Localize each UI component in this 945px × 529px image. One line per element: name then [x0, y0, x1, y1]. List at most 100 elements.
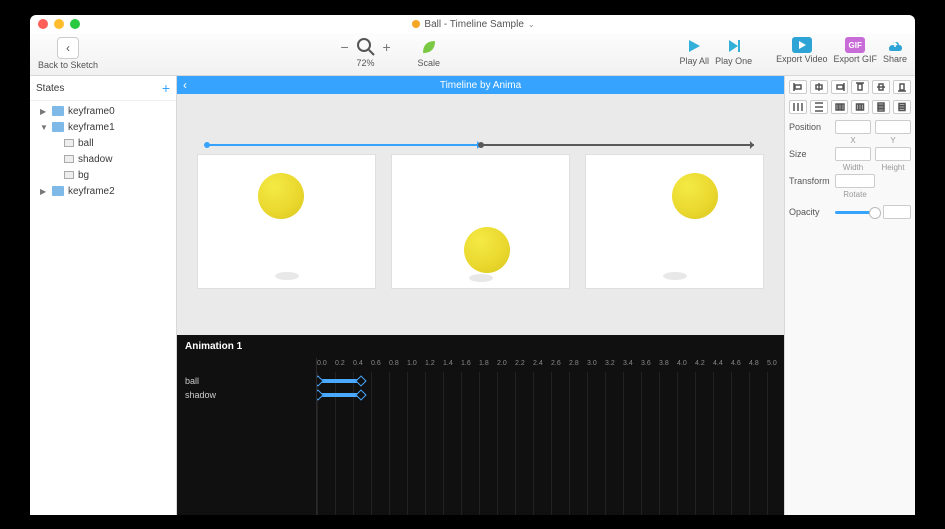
dist-center-button[interactable] [851, 100, 869, 114]
tick-1.2: 1.2 [425, 360, 443, 374]
rotate-field[interactable] [835, 174, 875, 188]
export-gif-label: Export GIF [833, 54, 877, 64]
align-left-button[interactable] [789, 80, 807, 94]
state-node-keyframe2[interactable]: ▶ keyframe2 [30, 183, 176, 199]
position-y-field[interactable] [875, 120, 911, 134]
zoom-window-button[interactable] [70, 19, 80, 29]
keyframe-preview-2[interactable] [585, 154, 764, 289]
tick-3.6: 3.6 [641, 360, 659, 374]
add-state-button[interactable]: + [162, 80, 170, 96]
dist-extra-button[interactable] [893, 100, 911, 114]
size-height-field[interactable] [875, 147, 911, 161]
states-tree: ▶keyframe0▼keyframe1 ball shadow bg ▶ keyfram… [30, 101, 176, 201]
zoom-in-button[interactable]: + [380, 39, 394, 55]
align-center-v-button[interactable] [872, 80, 890, 94]
main-columns: States + ▶keyframe0▼keyframe1ballshadowb… [30, 76, 915, 515]
tick-4.8: 4.8 [749, 360, 767, 374]
play-one-label: Play One [715, 56, 752, 66]
minimize-window-button[interactable] [54, 19, 64, 29]
play-one-button[interactable] [725, 37, 743, 55]
shadow-graphic [663, 272, 687, 280]
timeline-title: Animation 1 [177, 335, 784, 358]
back-to-sketch-label: Back to Sketch [38, 60, 98, 70]
export-gif-button[interactable]: GIF [845, 37, 865, 53]
width-sublabel: Width [835, 163, 871, 172]
title-chevron-icon[interactable]: ⌄ [528, 20, 535, 29]
tick-1.8: 1.8 [479, 360, 497, 374]
track-name-ball[interactable]: ball [177, 374, 316, 388]
opacity-field[interactable] [883, 205, 911, 219]
segment-idle[interactable] [481, 144, 755, 146]
ball-graphic [672, 173, 718, 219]
align-top-button[interactable] [851, 80, 869, 94]
state-node-keyframe1[interactable]: ▼keyframe1 [30, 119, 176, 135]
keyframe-span-ball[interactable] [317, 379, 362, 383]
close-window-button[interactable] [38, 19, 48, 29]
play-all-button[interactable] [685, 37, 703, 55]
dist-right-button[interactable] [872, 100, 890, 114]
node-label: keyframe2 [68, 186, 115, 197]
position-x-field[interactable] [835, 120, 871, 134]
track-row-ball[interactable] [317, 374, 784, 388]
segment-active[interactable] [207, 144, 481, 146]
back-to-sketch-button[interactable]: ‹ [57, 37, 79, 59]
distribute-v-button[interactable] [810, 100, 828, 114]
states-header: States + [30, 76, 176, 101]
state-node-ball[interactable]: ball [30, 135, 176, 151]
leaf-icon[interactable] [419, 37, 439, 57]
ball-graphic [258, 173, 304, 219]
tick-5.0: 5.0 [767, 360, 784, 374]
banner-back-button[interactable]: ‹ [183, 78, 187, 92]
keyframe-preview-0[interactable] [197, 154, 376, 289]
tick-0.0: 0.0 [317, 360, 335, 374]
banner-title: Timeline by Anima [440, 80, 521, 91]
export-video-button[interactable] [792, 37, 812, 53]
keyframe-span-shadow[interactable] [317, 393, 362, 397]
timeline-ruler[interactable]: 0.00.20.40.60.81.01.21.41.61.82.02.22.42… [317, 358, 784, 515]
track-row-shadow[interactable] [317, 388, 784, 402]
export-gif-group: GIF Export GIF [833, 37, 877, 64]
tick-4.4: 4.4 [713, 360, 731, 374]
share-button[interactable] [885, 37, 905, 53]
align-row-1 [789, 80, 911, 94]
x-sublabel: X [835, 136, 871, 145]
tick-4.2: 4.2 [695, 360, 713, 374]
align-right-button[interactable] [831, 80, 849, 94]
play-all-label: Play All [680, 56, 710, 66]
window-controls [38, 19, 80, 29]
height-sublabel: Height [875, 163, 911, 172]
export-video-label: Export Video [776, 54, 827, 64]
dist-left-button[interactable] [831, 100, 849, 114]
node-label: ball [78, 138, 94, 149]
disclosure-icon[interactable]: ▶ [40, 187, 48, 196]
timeline-pane: Animation 1 ballshadow 0.00.20.40.60.81.… [177, 335, 784, 515]
distribute-h-button[interactable] [789, 100, 807, 114]
keyframe-preview-1[interactable] [391, 154, 570, 289]
rotate-sublabel: Rotate [835, 190, 875, 199]
state-node-bg[interactable]: bg [30, 167, 176, 183]
scale-label: Scale [418, 58, 441, 68]
play-one-group: Play One [715, 37, 752, 66]
tick-2.6: 2.6 [551, 360, 569, 374]
zoom-out-button[interactable]: − [338, 39, 352, 55]
node-label: shadow [78, 154, 112, 165]
disclosure-icon[interactable]: ▶ [40, 107, 48, 116]
transform-label: Transform [789, 176, 831, 186]
share-label: Share [883, 54, 907, 64]
share-group: Share [883, 37, 907, 64]
state-node-shadow[interactable]: shadow [30, 151, 176, 167]
play-all-group: Play All [680, 37, 710, 66]
keyframe-connector-bar [207, 142, 754, 148]
align-bottom-button[interactable] [893, 80, 911, 94]
toolbar: ‹ Back to Sketch − + 72% Scale Play All [30, 33, 915, 76]
state-node-keyframe0[interactable]: ▶keyframe0 [30, 103, 176, 119]
opacity-slider[interactable] [835, 211, 879, 214]
canvas-area[interactable] [177, 94, 784, 335]
align-center-h-button[interactable] [810, 80, 828, 94]
disclosure-icon[interactable]: ▼ [40, 123, 48, 132]
document-modified-dot [412, 20, 420, 28]
states-header-label: States [36, 83, 64, 94]
track-name-shadow[interactable]: shadow [177, 388, 316, 402]
center-panel: ‹ Timeline by Anima Animation 1 ballshad… [177, 76, 784, 515]
size-width-field[interactable] [835, 147, 871, 161]
